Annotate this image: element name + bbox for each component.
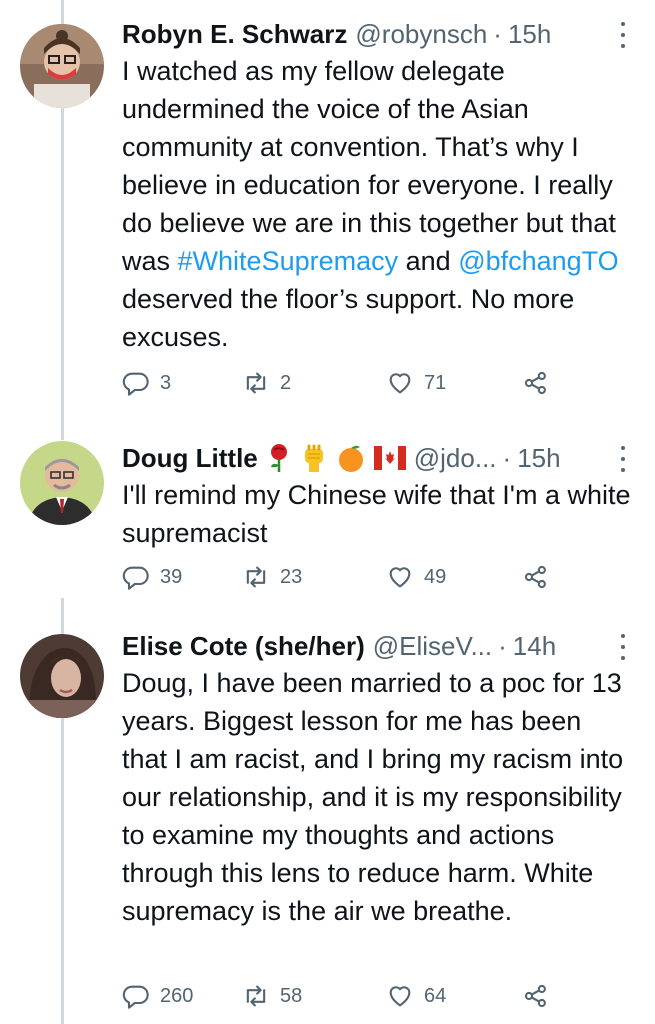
retweet-count: 2 <box>280 371 292 394</box>
text-part: deserved the floor’s support. No more ex… <box>122 284 575 352</box>
avatar[interactable] <box>20 634 104 718</box>
timestamp[interactable]: 15h <box>517 442 560 474</box>
reply-icon <box>122 372 149 396</box>
mention-link[interactable]: @bfchangTO <box>458 246 619 276</box>
like-count: 49 <box>424 565 447 588</box>
heart-icon <box>389 986 411 1007</box>
display-name[interactable]: Elise Cote (she/her) <box>122 630 365 662</box>
like-button[interactable]: 71 <box>386 369 446 397</box>
reply-button[interactable]: 3 <box>122 369 171 397</box>
heart-icon <box>389 373 411 394</box>
avatar-photo-icon <box>20 441 104 525</box>
display-name[interactable]: Robyn E. Schwarz <box>122 18 347 50</box>
reply-count: 39 <box>160 565 183 588</box>
retweet-icon <box>246 985 266 1007</box>
text-part: and <box>398 246 459 276</box>
share-icon <box>524 984 546 1008</box>
like-count: 71 <box>424 371 447 394</box>
retweet-button[interactable]: 58 <box>242 982 302 1010</box>
like-count: 64 <box>424 984 447 1007</box>
handle[interactable]: @jdo... <box>414 442 497 474</box>
handle[interactable]: @EliseV... <box>373 630 492 662</box>
tweet-actions: 3 2 71 <box>122 369 562 409</box>
retweet-icon <box>246 372 266 394</box>
rose-icon <box>266 443 292 473</box>
retweet-icon <box>246 566 266 588</box>
share-button[interactable] <box>522 369 550 397</box>
reply-button[interactable]: 260 <box>122 982 193 1010</box>
share-icon <box>524 371 546 395</box>
text-part: I watched as my fellow delegate undermin… <box>122 56 616 276</box>
tweet-text: Doug, I have been married to a poc for 1… <box>122 668 624 926</box>
reply-count: 260 <box>160 984 194 1007</box>
more-options-icon[interactable] <box>613 446 633 472</box>
retweet-count: 23 <box>280 565 303 588</box>
share-icon <box>524 565 546 589</box>
retweet-button[interactable]: 23 <box>242 563 302 591</box>
handle[interactable]: @robynsch <box>355 18 487 50</box>
tweet-text: I'll remind my Chinese wife that I'm a w… <box>122 480 631 548</box>
avatar-photo-icon <box>20 634 104 718</box>
canada-flag-icon <box>373 446 406 470</box>
tweet-actions: 260 58 64 <box>122 982 562 1022</box>
hashtag-link[interactable]: #WhiteSupremacy <box>178 246 399 276</box>
tweet-header: Elise Cote (she/her) @EliseV... · 14h <box>122 630 631 662</box>
heart-icon <box>389 567 411 588</box>
more-options-icon[interactable] <box>613 634 633 660</box>
tweet-text: I watched as my fellow delegate undermin… <box>122 52 631 356</box>
retweet-count: 58 <box>280 984 303 1007</box>
timestamp[interactable]: 15h <box>508 18 551 50</box>
like-button[interactable]: 64 <box>386 982 446 1010</box>
like-button[interactable]: 49 <box>386 563 446 591</box>
orange-icon <box>336 443 366 473</box>
display-name[interactable]: Doug Little <box>122 442 258 474</box>
avatar-photo-icon <box>20 24 104 108</box>
more-options-icon[interactable] <box>613 22 633 48</box>
timestamp[interactable]: 14h <box>513 630 556 662</box>
raised-fist-icon <box>300 443 328 473</box>
separator: · <box>502 443 512 473</box>
tweet-header: Doug Little @jdo... · 15h <box>122 442 631 474</box>
avatar[interactable] <box>20 24 104 108</box>
separator: · <box>498 631 507 661</box>
reply-button[interactable]: 39 <box>122 563 182 591</box>
share-button[interactable] <box>522 982 550 1010</box>
reply-count: 3 <box>160 371 172 394</box>
share-button[interactable] <box>522 563 550 591</box>
reply-icon <box>122 566 149 590</box>
retweet-button[interactable]: 2 <box>242 369 291 397</box>
separator: · <box>493 19 502 49</box>
reply-icon <box>122 985 149 1009</box>
tweet-header: Robyn E. Schwarz @robynsch · 15h <box>122 18 631 50</box>
avatar[interactable] <box>20 441 104 525</box>
tweet-actions: 39 23 49 <box>122 563 562 603</box>
